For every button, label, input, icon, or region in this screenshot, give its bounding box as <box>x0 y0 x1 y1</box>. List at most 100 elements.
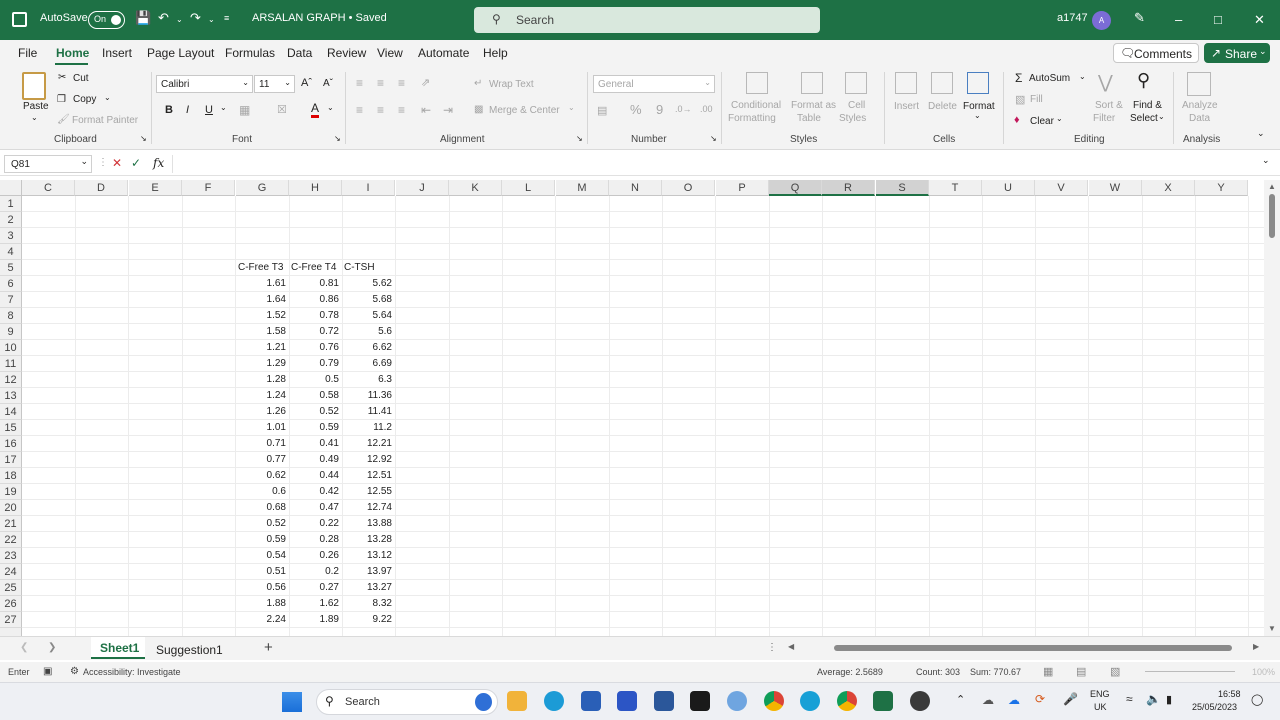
column-header[interactable]: Y <box>1195 180 1248 196</box>
file-explorer-icon[interactable] <box>507 691 527 711</box>
align-left-icon[interactable]: ≡ <box>356 103 363 117</box>
row-header[interactable]: 7 <box>0 292 22 308</box>
table-cell[interactable]: 0.27 <box>289 580 342 596</box>
analyze-data-label-2[interactable]: Data <box>1189 113 1210 124</box>
table-cell[interactable]: 1.21 <box>236 340 289 356</box>
merge-center-button[interactable]: Merge & Center <box>489 105 560 116</box>
table-cell[interactable]: 0.41 <box>289 436 342 452</box>
status-sum[interactable]: Sum: 770.67 <box>970 667 1021 677</box>
name-box[interactable]: Q81 ⌄ <box>4 155 92 173</box>
sheet-tab-sheet1[interactable]: Sheet1 <box>91 637 145 659</box>
row-header[interactable]: 21 <box>0 516 22 532</box>
row-header[interactable]: 16 <box>0 436 22 452</box>
column-header[interactable]: C <box>22 180 75 196</box>
copy-dropdown-icon[interactable]: ⌄ <box>104 93 111 102</box>
align-bottom-icon[interactable]: ≡ <box>398 76 405 90</box>
menu-data[interactable]: Data <box>287 46 312 60</box>
menu-home[interactable]: Home <box>56 46 89 60</box>
paste-icon[interactable] <box>22 72 46 100</box>
show-hidden-icons[interactable]: ⌃ <box>956 693 965 706</box>
column-header[interactable]: L <box>502 180 555 196</box>
accessibility-status[interactable]: Accessibility: Investigate <box>83 667 181 677</box>
delete-cells-icon[interactable] <box>931 72 953 94</box>
row-header[interactable]: 13 <box>0 388 22 404</box>
notification-center-icon[interactable]: ◯ <box>1251 693 1263 706</box>
menu-formulas[interactable]: Formulas <box>225 46 275 60</box>
format-as-table-label-1[interactable]: Format as <box>791 100 836 111</box>
bold-button[interactable]: B <box>165 104 173 116</box>
horizontal-scrollbar[interactable]: ◀ ▶ <box>786 641 1262 655</box>
vertical-scrollbar[interactable]: ▲ ▼ <box>1264 180 1280 636</box>
font-size-select[interactable]: 11 ⌄ <box>254 75 295 93</box>
row-header[interactable]: 5 <box>0 260 22 276</box>
table-cell[interactable]: 1.61 <box>236 276 289 292</box>
copy-button[interactable]: Copy <box>73 94 96 105</box>
table-cell[interactable]: 1.64 <box>236 292 289 308</box>
decrease-decimal-icon[interactable]: .00 <box>700 104 713 114</box>
table-cell[interactable]: 1.62 <box>289 596 342 612</box>
excel-icon[interactable] <box>873 691 893 711</box>
zoom-slider[interactable] <box>1145 671 1235 672</box>
edge-icon[interactable] <box>544 691 564 711</box>
find-select-icon[interactable]: ⚲ <box>1137 70 1150 91</box>
pen-icon[interactable]: ✎ <box>1134 10 1145 26</box>
column-header[interactable]: F <box>182 180 235 196</box>
clear-icon[interactable]: ♦ <box>1014 114 1020 126</box>
chat-app-icon[interactable] <box>800 691 820 711</box>
redo-icon[interactable]: ↷ <box>190 10 201 26</box>
table-cell[interactable]: 13.12 <box>342 548 395 564</box>
table-cell[interactable]: 6.69 <box>342 356 395 372</box>
fill-button[interactable]: Fill <box>1030 94 1043 105</box>
document-title[interactable]: ARSALAN GRAPH • Saved <box>252 12 387 24</box>
column-header[interactable]: S <box>876 180 929 196</box>
table-cell[interactable]: 0.86 <box>289 292 342 308</box>
column-header[interactable]: K <box>449 180 502 196</box>
menu-file[interactable]: File <box>18 46 37 60</box>
row-header[interactable]: 14 <box>0 404 22 420</box>
row-header[interactable]: 18 <box>0 468 22 484</box>
undo-dropdown-icon[interactable]: ⌄ <box>176 15 183 24</box>
table-cell[interactable]: 0.52 <box>236 516 289 532</box>
table-cell[interactable]: 0.6 <box>236 484 289 500</box>
column-header[interactable]: I <box>342 180 395 196</box>
number-launcher-icon[interactable]: ↘ <box>710 134 717 143</box>
menu-review[interactable]: Review <box>327 46 366 60</box>
cloud-icon[interactable]: ☁ <box>982 693 994 707</box>
formula-input[interactable] <box>172 155 1262 173</box>
sort-filter-label-2[interactable]: Filter <box>1093 113 1115 124</box>
copy-icon[interactable]: ❐ <box>57 94 66 105</box>
comma-style-icon[interactable]: 9 <box>656 102 663 117</box>
language-line-2[interactable]: UK <box>1094 702 1107 712</box>
column-header[interactable]: M <box>556 180 609 196</box>
decrease-font-icon[interactable]: Aˇ <box>323 78 333 89</box>
clear-button[interactable]: Clear <box>1030 116 1054 127</box>
row-header[interactable]: 6 <box>0 276 22 292</box>
table-cell[interactable]: 5.68 <box>342 292 395 308</box>
menu-help[interactable]: Help <box>483 46 508 60</box>
volume-icon[interactable]: 🔈 <box>1146 692 1161 706</box>
sheet-tab-suggestion1[interactable]: Suggestion1 <box>156 643 223 657</box>
chrome-icon[interactable] <box>764 691 784 711</box>
underline-button[interactable]: U <box>205 104 213 116</box>
redo-dropdown-icon[interactable]: ⌄ <box>208 15 215 24</box>
microphone-icon[interactable]: 🎤 <box>1063 692 1078 706</box>
table-cell[interactable]: 0.72 <box>289 324 342 340</box>
spreadsheet-grid[interactable]: C D E F G H I J K L M N O P Q R S T U V W X Y 1 2 3 4 5 6 7 8 9 10 11 12 13… <box>0 180 1264 636</box>
table-cell[interactable]: 0.77 <box>236 452 289 468</box>
paste-dropdown-icon[interactable]: ⌄ <box>31 113 38 122</box>
find-select-label-2[interactable]: Select <box>1130 113 1158 124</box>
chrome-profile-icon[interactable] <box>837 691 857 711</box>
format-dropdown-icon[interactable]: ⌄ <box>974 111 981 120</box>
table-cell[interactable]: 12.51 <box>342 468 395 484</box>
wrap-text-icon[interactable]: ↵ <box>474 78 482 89</box>
customize-toolbar-icon[interactable]: ≡ <box>224 13 229 23</box>
align-right-icon[interactable]: ≡ <box>398 103 405 117</box>
sort-filter-label-1[interactable]: Sort & <box>1095 100 1123 111</box>
table-cell[interactable]: 0.49 <box>289 452 342 468</box>
zotero-icon[interactable] <box>617 691 637 711</box>
autosum-button[interactable]: AutoSum <box>1029 73 1070 84</box>
acrobat-icon[interactable] <box>690 691 710 711</box>
insert-cells-icon[interactable] <box>895 72 917 94</box>
merge-center-icon[interactable]: ▩ <box>474 104 483 115</box>
autosum-icon[interactable]: Σ <box>1015 71 1022 85</box>
